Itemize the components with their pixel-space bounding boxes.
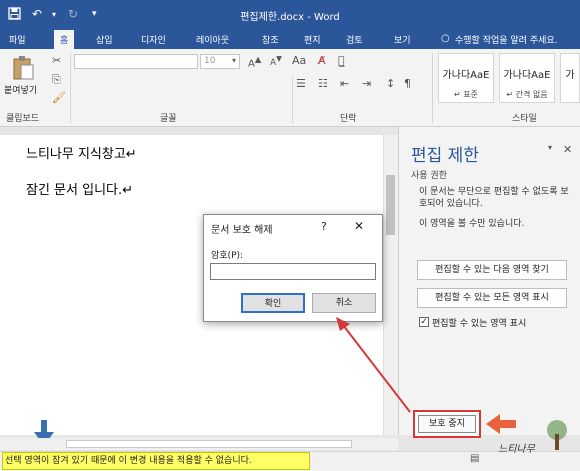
red-arrow-icon [336, 317, 411, 413]
horizontal-scroll-thumb[interactable] [66, 440, 352, 448]
watermark-text: 느티나무 [498, 444, 535, 455]
read-mode-icon[interactable]: ▤ [470, 453, 479, 464]
orange-arrow-icon [486, 414, 516, 434]
annotation-overlay [34, 317, 516, 446]
status-message: 선택 영역이 잠겨 있기 때문에 이 변경 내용을 적용할 수 없습니다. [2, 452, 310, 470]
tree-logo-icon [540, 418, 574, 455]
